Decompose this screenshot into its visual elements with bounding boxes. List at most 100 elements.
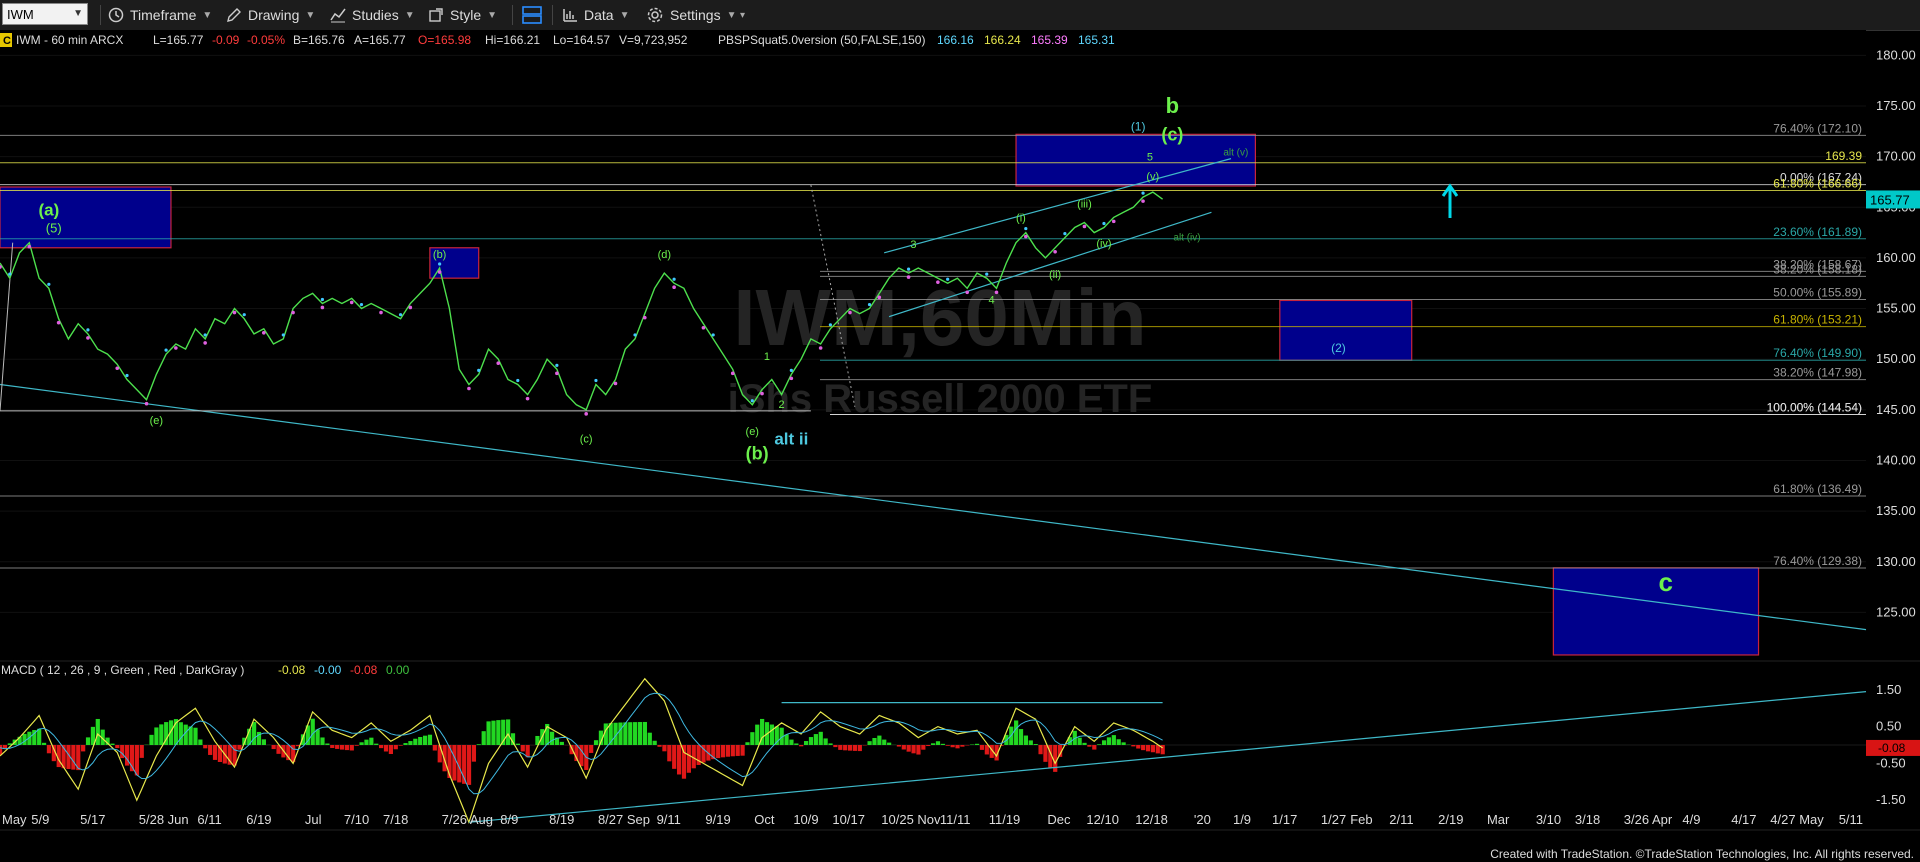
window-layout-icon xyxy=(522,6,542,24)
wave-label: (e) xyxy=(746,426,759,438)
data-label: Data xyxy=(584,7,614,23)
time-tick-label: 8/27 Sep xyxy=(598,812,650,827)
time-tick-label: 12/10 xyxy=(1086,812,1119,827)
price-marker xyxy=(261,331,266,335)
price-marker xyxy=(906,267,911,271)
macd-hist-bar xyxy=(769,724,775,745)
macd-hist-bar xyxy=(1131,745,1136,747)
style-button[interactable]: Style ▼ xyxy=(428,4,497,26)
macd-hist-bar xyxy=(549,731,555,745)
time-tick-label: 5/9 xyxy=(31,812,49,827)
header-ask: A=165.77 xyxy=(354,33,406,47)
macd-hist-bar xyxy=(369,737,374,745)
settings-button[interactable]: Settings ▼ xyxy=(646,4,737,26)
macd-hist-bar xyxy=(271,745,276,750)
macd-hist-bar xyxy=(940,743,945,745)
macd-hist-bar xyxy=(252,722,257,745)
price-marker xyxy=(144,401,149,406)
macd-axis: 1.50 0.50 -0.50 -1.50 -0.08 xyxy=(1866,682,1920,807)
macd-hist-bar xyxy=(198,739,203,745)
price-marker xyxy=(47,282,51,286)
macd-hist-bar xyxy=(984,745,989,755)
header-change: -0.09 xyxy=(212,33,240,47)
wave-label: (iii) xyxy=(1077,198,1092,210)
studies-button[interactable]: Studies ▼ xyxy=(330,4,415,26)
price-marker xyxy=(203,341,207,345)
macd-hist-bar xyxy=(1116,739,1121,745)
macd-hist-bar xyxy=(589,745,594,753)
header-high: Hi=166.21 xyxy=(485,33,540,47)
price-tick-label: 125.00 xyxy=(1876,604,1916,619)
macd-hist-bar xyxy=(383,745,389,752)
price-marker xyxy=(985,272,989,276)
macd-hist-bar xyxy=(1101,740,1107,745)
macd-hist-bar xyxy=(149,734,154,745)
price-marker xyxy=(174,346,178,350)
header-bid: B=165.76 xyxy=(293,33,345,47)
wave-label: c xyxy=(1658,567,1672,597)
macd-tick-label: 0.50 xyxy=(1876,719,1901,734)
macd-hist-bar xyxy=(212,745,218,760)
header-open: O=165.98 xyxy=(418,33,471,47)
macd-hist-bar xyxy=(882,739,887,745)
macd-hist-bar xyxy=(745,742,750,745)
price-marker xyxy=(613,381,618,386)
drawing-button[interactable]: Drawing ▼ xyxy=(226,4,315,26)
macd-hist-bar xyxy=(828,743,833,745)
wave-label: (b) xyxy=(746,443,769,463)
header-study-v3: 165.39 xyxy=(1031,33,1068,47)
price-marker xyxy=(594,378,598,383)
price-marker xyxy=(1063,232,1067,236)
macd-hist-bar xyxy=(178,722,183,745)
chart-area[interactable]: IWM,60Min iShs Russell 2000 ETF 76.40% (… xyxy=(0,30,1920,862)
macd-hist-bar xyxy=(755,724,760,745)
macd-hist-bar xyxy=(950,745,955,748)
price-marker xyxy=(437,270,442,274)
chevron-down-icon: ▼ xyxy=(487,9,498,21)
macd-hist-bar xyxy=(110,743,115,745)
price-marker xyxy=(164,348,168,352)
time-tick-label: 1/17 xyxy=(1272,812,1297,827)
wave-label: 5 xyxy=(1147,152,1153,164)
macd-hist-bar xyxy=(593,740,599,745)
macd-hist-bar xyxy=(926,745,931,747)
wave-label: (i) xyxy=(1016,212,1026,224)
price-tick-label: 130.00 xyxy=(1876,554,1916,569)
macd-hist-bar xyxy=(813,734,818,745)
macd-hist-bar xyxy=(1033,744,1038,745)
price-marker xyxy=(1082,224,1087,229)
price-marker xyxy=(232,310,237,315)
header-study-v4: 165.31 xyxy=(1078,33,1115,47)
time-tick-label: 2/11 xyxy=(1389,812,1413,827)
macd-hist-bar xyxy=(676,745,682,775)
macd-hist-bar xyxy=(354,745,359,746)
macd-hist-bar xyxy=(1043,745,1048,762)
macd-value-4: 0.00 xyxy=(386,663,410,677)
macd-hist-bar xyxy=(857,745,862,752)
macd-hist-bar xyxy=(935,741,941,745)
time-tick-label: 4/17 xyxy=(1731,812,1756,827)
time-tick-label: Mar xyxy=(1487,812,1510,827)
timeframe-button[interactable]: Timeframe ▼ xyxy=(108,4,212,26)
wave-label: 2 xyxy=(779,399,785,411)
chevron-down-icon: ▼ xyxy=(305,9,316,21)
macd-hist-bar xyxy=(1121,742,1126,745)
macd-hist-bar xyxy=(794,743,799,745)
chevron-down-icon: ▼ xyxy=(404,9,415,21)
time-tick-label: 10/17 xyxy=(832,812,865,827)
macd-hist-bar xyxy=(818,731,823,745)
time-tick-label: 12/18 xyxy=(1135,812,1168,827)
symbol-selector[interactable]: IWM ▼ xyxy=(2,3,88,25)
price-marker xyxy=(438,262,442,266)
macd-hist-bar xyxy=(1150,745,1156,753)
wave-label: (b) xyxy=(433,249,446,261)
data-button[interactable]: Data ▼ xyxy=(562,4,629,26)
toolbar-overflow[interactable]: ▾ xyxy=(740,4,745,26)
macd-hist-bar xyxy=(486,721,491,745)
macd-hist-bar xyxy=(442,745,447,772)
time-tick-label: 9/11 xyxy=(657,812,681,827)
macd-hist-bar xyxy=(1038,745,1043,755)
last-price-label: 165.77 xyxy=(1870,192,1910,207)
layout-button[interactable] xyxy=(522,4,542,26)
time-tick-label: 7/10 xyxy=(344,812,369,827)
